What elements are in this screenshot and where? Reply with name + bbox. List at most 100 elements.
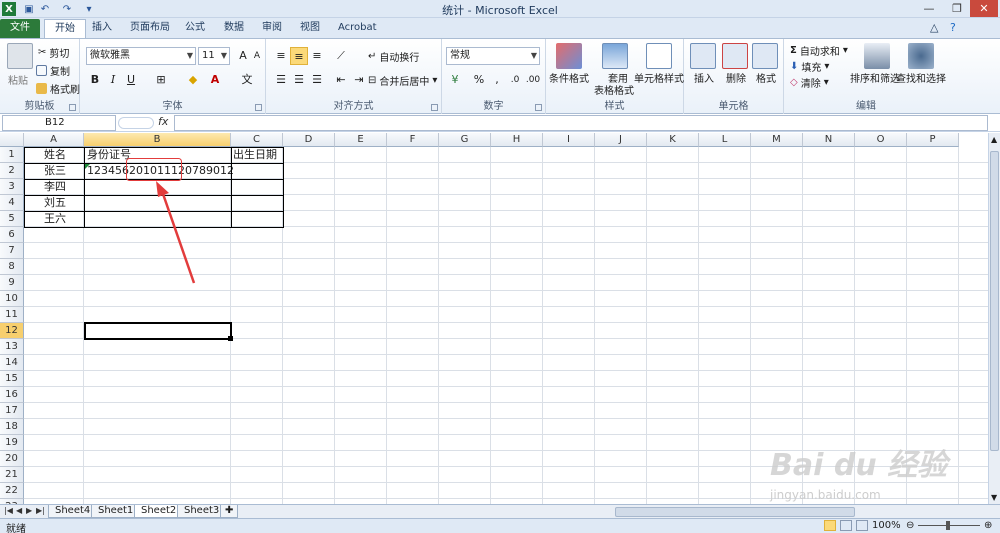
tab-home[interactable]: 开始 [44,19,86,38]
underline-button[interactable]: U [122,71,140,89]
phonetic-icon[interactable]: 文 [238,71,256,89]
align-left-icon[interactable]: ☰ [272,71,290,89]
font-launcher-icon[interactable] [255,104,262,111]
align-bottom-icon[interactable]: ≡ [308,47,326,65]
zoom-in-icon[interactable]: ⊕ [984,520,992,531]
tab-formulas[interactable]: 公式 [175,19,215,38]
zoom-out-icon[interactable]: ⊖ [906,520,914,531]
paste-icon[interactable] [7,43,33,69]
insert-cells-button[interactable]: 插入 [694,70,714,85]
sheet-tab-sheet4[interactable]: Sheet4 [48,505,98,518]
sheet-tab-sheet2[interactable]: Sheet2 [134,505,184,518]
align-top-icon[interactable]: ≡ [272,47,290,65]
merge-center-button[interactable]: ⊟ 合并后居中 ▾ [368,73,437,88]
borders-icon[interactable]: ⊞ [152,71,170,89]
formula-bar-splitter[interactable] [118,117,154,129]
vertical-scrollbar[interactable]: ▲ ▼ [988,133,1000,504]
horizontal-scrollbar[interactable] [607,507,987,517]
tab-file[interactable]: 文件 [0,19,40,38]
find-select-icon[interactable] [908,43,934,69]
restore-button[interactable]: ❐ [944,0,970,17]
first-sheet-icon[interactable]: |◀ [4,506,13,515]
sort-filter-button[interactable]: 排序和筛选 [850,70,900,85]
percent-button[interactable]: % [470,71,488,89]
active-cell-b12[interactable] [84,322,232,340]
normal-view-icon[interactable] [824,520,836,531]
comma-style-icon[interactable]: , [488,71,506,89]
page-layout-view-icon[interactable] [840,520,852,531]
fill-button[interactable]: ⬇ 填充 ▾ [790,59,829,74]
tab-page-layout[interactable]: 页面布局 [120,19,180,38]
increase-decimal-icon[interactable]: .0 [506,71,524,89]
next-sheet-icon[interactable]: ▶ [26,506,32,515]
name-box[interactable]: B12 [2,115,116,131]
insert-cells-icon[interactable] [690,43,716,69]
align-middle-icon[interactable]: ≡ [290,47,308,65]
font-size-select[interactable]: 11 ▼ [198,47,230,65]
delete-cells-icon[interactable] [722,43,748,69]
number-launcher-icon[interactable] [535,104,542,111]
minimize-button[interactable]: — [916,0,942,17]
error-indicator-icon[interactable] [85,164,90,169]
zoom-slider-thumb[interactable] [946,521,950,530]
orientation-icon[interactable]: ⟋ [332,47,350,65]
fill-down-icon: ⬇ [790,61,799,72]
conditional-formatting-button[interactable]: 条件格式 [549,70,589,85]
tab-review[interactable]: 审阅 [252,19,292,38]
fill-color-icon[interactable]: ◆ [184,71,202,89]
paste-button[interactable]: 粘贴 [8,72,28,87]
cell-styles-button[interactable]: 单元格样式 [634,70,684,85]
currency-icon[interactable]: ¥ [446,71,464,89]
bold-button[interactable]: B [86,71,104,89]
italic-button[interactable]: I [104,71,122,89]
tab-view[interactable]: 视图 [290,19,330,38]
copy-button[interactable]: 复制 [36,63,70,78]
decrease-indent-icon[interactable]: ⇤ [332,71,350,89]
last-sheet-icon[interactable]: ▶| [36,506,45,515]
horizontal-scroll-thumb[interactable] [615,507,855,517]
vertical-scroll-thumb[interactable] [990,151,999,451]
sort-filter-icon[interactable] [864,43,890,69]
format-painter-button[interactable]: 格式刷 [36,81,80,96]
autosum-button[interactable]: Σ 自动求和 ▾ [790,43,848,58]
tab-insert[interactable]: 插入 [82,19,122,38]
font-name-select[interactable]: 微软雅黑 ▼ [86,47,196,65]
close-button[interactable]: ✕ [970,0,998,17]
conditional-formatting-icon[interactable] [556,43,582,69]
help-icon[interactable]: ? [940,19,966,38]
font-color-icon[interactable]: A [206,71,224,89]
page-break-view-icon[interactable] [856,520,868,531]
sheet-tab-sheet1[interactable]: Sheet1 [91,505,141,518]
clear-button[interactable]: ◇ 清除 ▾ [790,75,829,90]
cut-button[interactable]: ✂ 剪切 [38,45,69,60]
ribbon-tabs: 文件 开始 插入 页面布局 公式 数据 审阅 视图 Acrobat △ ? [0,18,1000,38]
clipboard-launcher-icon[interactable] [69,104,76,111]
decrease-decimal-icon[interactable]: .00 [524,71,542,89]
sheet-tab-sheet3[interactable]: Sheet3 [177,505,227,518]
find-select-button[interactable]: 查找和选择 [896,70,946,85]
shrink-font-icon[interactable]: A [248,47,266,65]
align-right-icon[interactable]: ☰ [308,71,326,89]
scroll-up-icon[interactable]: ▲ [991,135,997,144]
scroll-down-icon[interactable]: ▼ [991,493,997,502]
align-center-icon[interactable]: ☰ [290,71,308,89]
format-as-table-button[interactable]: 表格格式 [594,82,634,97]
prev-sheet-icon[interactable]: ◀ [16,506,22,515]
cell-styles-icon[interactable] [646,43,672,69]
new-sheet-icon[interactable]: ✚ [220,505,239,518]
increase-indent-icon[interactable]: ⇥ [350,71,368,89]
zoom-level[interactable]: 100% [872,520,901,531]
number-format-select[interactable]: 常规 ▼ [446,47,540,65]
wrap-text-button[interactable]: ↵ 自动换行 [368,49,419,64]
insert-function-button[interactable]: fx [158,115,168,128]
format-cells-button[interactable]: 格式 [756,70,776,85]
scissors-icon: ✂ [38,47,47,58]
format-cells-icon[interactable] [752,43,778,69]
alignment-launcher-icon[interactable] [431,104,438,111]
delete-cells-button[interactable]: 删除 [726,70,746,85]
format-as-table-icon[interactable] [602,43,628,69]
tab-data[interactable]: 数据 [214,19,254,38]
fill-handle[interactable] [228,336,233,341]
tab-acrobat[interactable]: Acrobat [328,19,387,38]
formula-input[interactable] [174,115,988,131]
